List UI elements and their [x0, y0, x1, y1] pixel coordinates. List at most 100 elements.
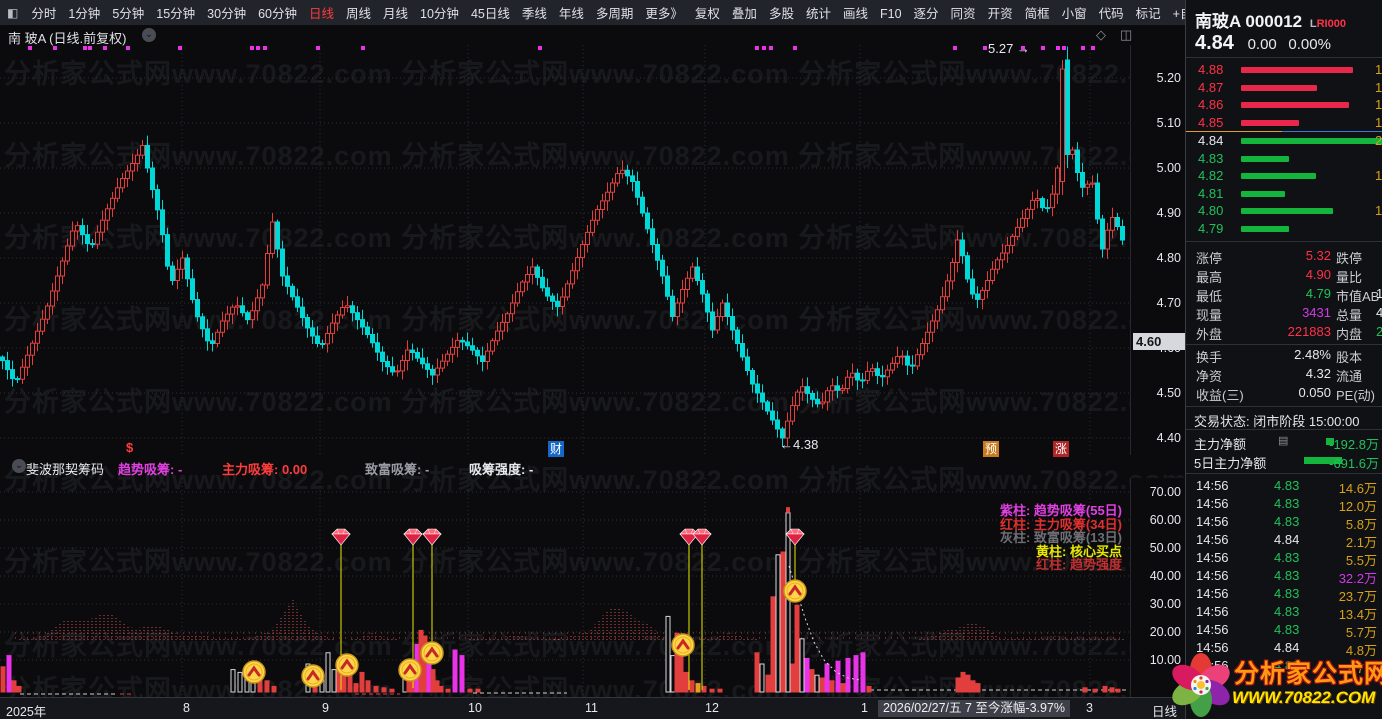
orderbook-row[interactable]: 4.82 1	[1186, 167, 1382, 185]
menu-item-年线[interactable]: 年线	[553, 7, 590, 21]
menu-item-月线[interactable]: 月线	[377, 7, 414, 21]
diamond-tool-icon[interactable]: ◇	[1096, 27, 1106, 43]
menu-item-45日线[interactable]: 45日线	[465, 7, 516, 21]
menu-item-代码[interactable]: 代码	[1093, 7, 1130, 21]
orderbook-row[interactable]: 4.84 2	[1186, 132, 1382, 150]
menu-item-60分钟[interactable]: 60分钟	[252, 7, 303, 21]
flow-value: -691.6万	[1329, 456, 1379, 471]
indicator-svg[interactable]	[0, 478, 1130, 697]
candle-body	[585, 231, 590, 245]
candle-body	[275, 221, 280, 250]
menu-item-F10[interactable]: F10	[874, 7, 908, 21]
menu-item-15分钟[interactable]: 15分钟	[150, 7, 201, 21]
signal-dot	[88, 46, 92, 50]
level-volume-bar	[1241, 119, 1299, 126]
candle-body	[450, 346, 455, 355]
info-label2: 量比	[1336, 270, 1363, 285]
menu-item-开资[interactable]: 开资	[982, 7, 1019, 21]
stock-title[interactable]: 南玻A 000012 LRI000	[1195, 7, 1382, 32]
indicator-bar	[670, 655, 676, 693]
indicator-bar	[975, 683, 981, 693]
signal-dot	[953, 46, 957, 50]
info-value: 4.79	[1305, 286, 1331, 301]
candle-body	[230, 306, 235, 315]
orderbook-row[interactable]: 4.87 1	[1186, 79, 1382, 97]
candle-body	[840, 388, 845, 391]
menu-item-逐分[interactable]: 逐分	[908, 7, 945, 21]
candle-body	[865, 370, 870, 381]
chevron-down-icon[interactable]: ⌄	[12, 459, 26, 473]
menu-item-5分钟[interactable]: 5分钟	[106, 7, 150, 21]
candle-body	[20, 366, 25, 380]
indicator-chart[interactable]: 紫柱: 趋势吸筹(55日) 红柱: 主力吸筹(34日) 灰柱: 致富吸筹(13日) 黄…	[0, 478, 1130, 697]
level-volume-bar	[1241, 208, 1333, 214]
menu-item-多周期[interactable]: 多周期	[590, 7, 640, 21]
orderbook-row[interactable]: 4.83	[1186, 150, 1382, 168]
time-axis[interactable]: 2025年 8 9 10 11 12 1 3 2026/02/27/五 7 至今涨幅-3.9…	[0, 697, 1185, 719]
candle-body	[555, 300, 560, 307]
candle-body	[30, 342, 35, 356]
menu-item-1分钟[interactable]: 1分钟	[62, 7, 106, 21]
trade-time: 14:56	[1196, 478, 1229, 493]
window-icon[interactable]: ◧	[0, 6, 25, 20]
info-label: 最低	[1196, 289, 1223, 304]
candle-body	[950, 262, 955, 282]
price-row: 4.84 0.00 0.00%	[1195, 32, 1382, 55]
candle-body	[945, 280, 950, 298]
candle-body	[300, 306, 305, 319]
indicator-bar	[794, 604, 800, 693]
menu-item-10分钟[interactable]: 10分钟	[414, 7, 465, 21]
candle-body	[1020, 217, 1025, 228]
candle-body	[1075, 149, 1080, 173]
menu-item-简框[interactable]: 简框	[1019, 7, 1056, 21]
candle-body	[40, 318, 45, 332]
menu-item-画线[interactable]: 画线	[837, 7, 874, 21]
chevron-down-icon[interactable]: ⌄	[142, 28, 156, 42]
menu-item-30分钟[interactable]: 30分钟	[201, 7, 252, 21]
menu-item-分时[interactable]: 分时	[25, 7, 62, 21]
menu-item-季线[interactable]: 季线	[516, 7, 553, 21]
candle-body	[485, 350, 490, 363]
indicator-name[interactable]: 斐波那契筹码	[26, 459, 104, 478]
candle-body	[210, 340, 215, 344]
candle-body	[185, 257, 190, 280]
candle-body	[745, 356, 750, 371]
menu-item-多股[interactable]: 多股	[763, 7, 800, 21]
orderbook-row[interactable]: 4.86 1	[1186, 96, 1382, 114]
indicator-bar	[1092, 688, 1098, 693]
candlestick-chart[interactable]: 5.27 → ←4.38 $ 财预涨	[0, 41, 1130, 457]
menu-item-叠加[interactable]: 叠加	[726, 7, 763, 21]
info-value: 0.050	[1298, 385, 1331, 400]
orderbook-row[interactable]: 4.79	[1186, 220, 1382, 238]
menu-item-日线[interactable]: 日线	[303, 7, 340, 21]
menu-item-周线[interactable]: 周线	[340, 7, 377, 21]
candle-body	[540, 276, 545, 289]
menu-item-更多》[interactable]: 更多》	[639, 7, 689, 21]
menu-item-标记[interactable]: 标记	[1130, 7, 1167, 21]
indicator-bar	[381, 687, 387, 693]
candle-body	[240, 305, 245, 314]
gold-coin-icon	[783, 579, 807, 603]
candle-body	[910, 364, 915, 367]
candle-body	[775, 419, 780, 430]
menu-item-小窗[interactable]: 小窗	[1056, 7, 1093, 21]
candle-body	[90, 243, 95, 246]
orderbook-row[interactable]: 4.81	[1186, 185, 1382, 203]
indicator-bar	[6, 655, 12, 693]
menu-item-同资[interactable]: 同资	[945, 7, 982, 21]
split-pane-icon[interactable]: ◫	[1120, 27, 1132, 43]
info-label2: 总量	[1336, 308, 1363, 323]
level-price: 4.84	[1198, 133, 1224, 148]
orderbook-row[interactable]: 4.80 1	[1186, 202, 1382, 220]
orderbook-row[interactable]: 4.85 1	[1186, 114, 1382, 132]
menu-item-统计[interactable]: 统计	[800, 7, 837, 21]
candle-body	[755, 383, 760, 394]
last-price: 4.84	[1195, 32, 1234, 54]
menu-item-复权[interactable]: 复权	[689, 7, 726, 21]
candle-body	[60, 260, 65, 277]
high-annotation: 5.27 →	[988, 41, 1030, 56]
orderbook-row[interactable]: 4.88 1	[1186, 61, 1382, 79]
main-chart-svg[interactable]	[0, 45, 1130, 455]
candle-body	[645, 212, 650, 230]
candle-body	[70, 230, 75, 247]
